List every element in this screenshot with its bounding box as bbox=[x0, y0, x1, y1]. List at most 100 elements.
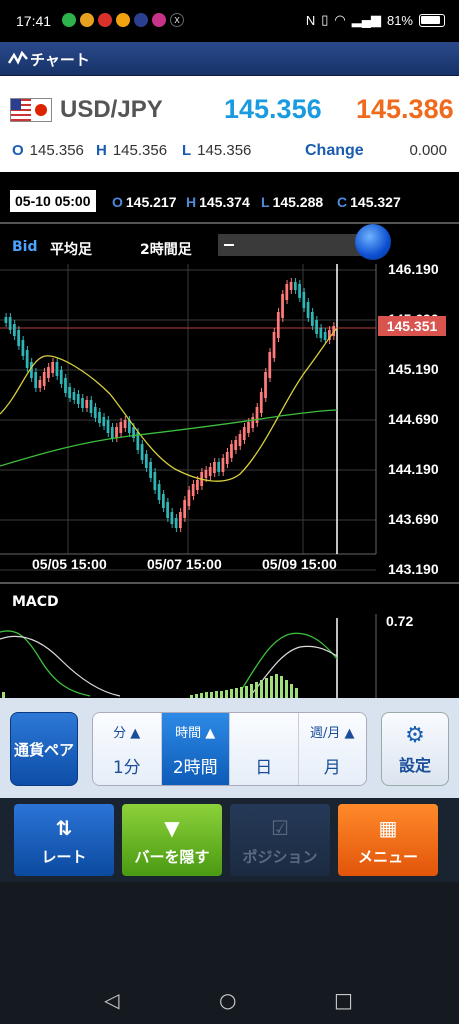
candle bbox=[276, 312, 280, 338]
app-icon bbox=[98, 13, 112, 27]
macd-histogram-bar bbox=[255, 682, 258, 698]
timeframe-minute[interactable]: 分 ▲ 1分 bbox=[93, 713, 162, 785]
price-chart[interactable]: Bid 平均足 2時間足 146.190145.690145.190144.69… bbox=[0, 222, 459, 677]
candle bbox=[298, 284, 301, 298]
hide-bar-button[interactable]: ▼ バーを隠す bbox=[122, 804, 222, 876]
app-icon bbox=[134, 13, 148, 27]
candle bbox=[174, 518, 178, 528]
timeframe-day[interactable]: 日 bbox=[230, 713, 299, 785]
macd-histogram-bar bbox=[295, 688, 298, 698]
timeframe-week-month[interactable]: 週/月 ▲ 月 bbox=[298, 713, 366, 785]
candle bbox=[98, 412, 101, 423]
status-right: N ▯ ◠ ▂▄▆ 81% bbox=[306, 12, 445, 28]
home-icon[interactable]: ○ bbox=[219, 988, 236, 1012]
candle bbox=[59, 370, 63, 384]
recents-icon[interactable]: □ bbox=[334, 988, 353, 1012]
candle bbox=[208, 467, 212, 476]
macd-histogram-bar bbox=[235, 688, 238, 698]
candle bbox=[264, 372, 267, 398]
bid-price: 145.356 bbox=[224, 94, 322, 124]
bar-high: H 145.374 bbox=[186, 194, 250, 210]
candle bbox=[8, 317, 12, 330]
macd-histogram-bar bbox=[230, 689, 233, 698]
menu-button[interactable]: ▦ メニュー bbox=[338, 804, 438, 876]
bar-low: L 145.288 bbox=[261, 194, 324, 210]
candle bbox=[51, 362, 55, 373]
y-tick-label: 144.190 bbox=[388, 461, 439, 477]
title-bar: チャート bbox=[0, 42, 459, 76]
bar-date: 05-10 05:00 bbox=[10, 190, 96, 212]
macd-histogram-bar bbox=[260, 680, 263, 698]
macd-histogram-bar bbox=[240, 687, 243, 698]
collapse-icon: ▼ bbox=[164, 816, 180, 840]
ma-short-line bbox=[0, 327, 338, 482]
bar-info: 05-10 05:00 O 145.217 H 145.374 L 145.288 C… bbox=[0, 186, 459, 218]
candle bbox=[306, 302, 310, 318]
macd-histogram-bar bbox=[215, 691, 218, 698]
candle bbox=[55, 362, 59, 376]
candle bbox=[272, 332, 276, 358]
candle bbox=[234, 440, 238, 450]
settings-button[interactable]: ⚙ 設定 bbox=[381, 712, 449, 786]
candle bbox=[161, 494, 165, 508]
app-icon bbox=[116, 13, 130, 27]
candle bbox=[47, 367, 50, 378]
candle bbox=[285, 284, 289, 300]
candle bbox=[255, 407, 259, 423]
candle bbox=[323, 332, 327, 340]
timeframe-hour[interactable]: 時間 ▲ 2時間 bbox=[161, 713, 230, 785]
x-tick-label: 05/05 15:00 bbox=[32, 556, 107, 572]
candle bbox=[93, 407, 97, 418]
macd-panel[interactable]: MACD 0.72 bbox=[0, 582, 459, 698]
currency-pair: USD/JPY bbox=[60, 96, 163, 123]
status-time: 17:41 bbox=[16, 13, 52, 29]
candle bbox=[221, 458, 225, 472]
bar-close: C 145.327 bbox=[337, 194, 401, 210]
currency-pair-button[interactable]: 通貨ペア bbox=[10, 712, 78, 786]
candle bbox=[102, 417, 106, 426]
low-value: L 145.356 bbox=[182, 142, 252, 159]
x-icon: X bbox=[170, 13, 184, 27]
app-icon bbox=[80, 13, 94, 27]
candle bbox=[238, 434, 242, 446]
candle bbox=[64, 378, 67, 393]
candle bbox=[115, 427, 118, 438]
battery-icon bbox=[419, 13, 445, 27]
macd-histogram-bar bbox=[250, 684, 253, 698]
candle bbox=[247, 422, 250, 433]
macd-line bbox=[239, 632, 338, 693]
candle bbox=[191, 484, 195, 496]
wifi-icon: ◠ bbox=[334, 12, 346, 27]
candle bbox=[68, 387, 72, 398]
candle bbox=[302, 292, 306, 308]
signal-icon: ▂▄▆ bbox=[351, 12, 381, 27]
x-tick-label: 05/09 15:00 bbox=[262, 556, 337, 572]
candle bbox=[315, 320, 318, 334]
y-tick-label: 143.190 bbox=[388, 561, 439, 577]
candle bbox=[106, 420, 110, 433]
candle bbox=[81, 398, 84, 408]
candle bbox=[72, 392, 76, 400]
candle bbox=[213, 462, 216, 473]
macd-histogram-bar bbox=[225, 690, 228, 698]
y-tick-label: 146.190 bbox=[388, 261, 439, 277]
rate-button[interactable]: ⇅ レート bbox=[14, 804, 114, 876]
ma-long-line bbox=[0, 409, 338, 467]
back-icon[interactable]: ◁ bbox=[104, 988, 119, 1012]
candle bbox=[170, 512, 174, 524]
quote-panel[interactable]: USD/JPY 145.356 145.386 O 145.356 H 145.35… bbox=[0, 76, 459, 172]
chart-icon bbox=[8, 51, 28, 65]
page-title: チャート bbox=[30, 51, 90, 69]
candle bbox=[21, 340, 25, 356]
macd-line bbox=[0, 630, 91, 697]
macd-histogram-bar bbox=[245, 686, 248, 698]
candle bbox=[166, 502, 169, 518]
slider-knob[interactable] bbox=[355, 224, 391, 260]
position-button[interactable]: ☑ ポジション bbox=[230, 804, 330, 876]
y-tick-label: 145.190 bbox=[388, 361, 439, 377]
candle bbox=[76, 394, 80, 404]
candle bbox=[310, 312, 314, 326]
candle bbox=[89, 400, 93, 413]
candle bbox=[149, 462, 152, 478]
candle bbox=[289, 282, 293, 290]
